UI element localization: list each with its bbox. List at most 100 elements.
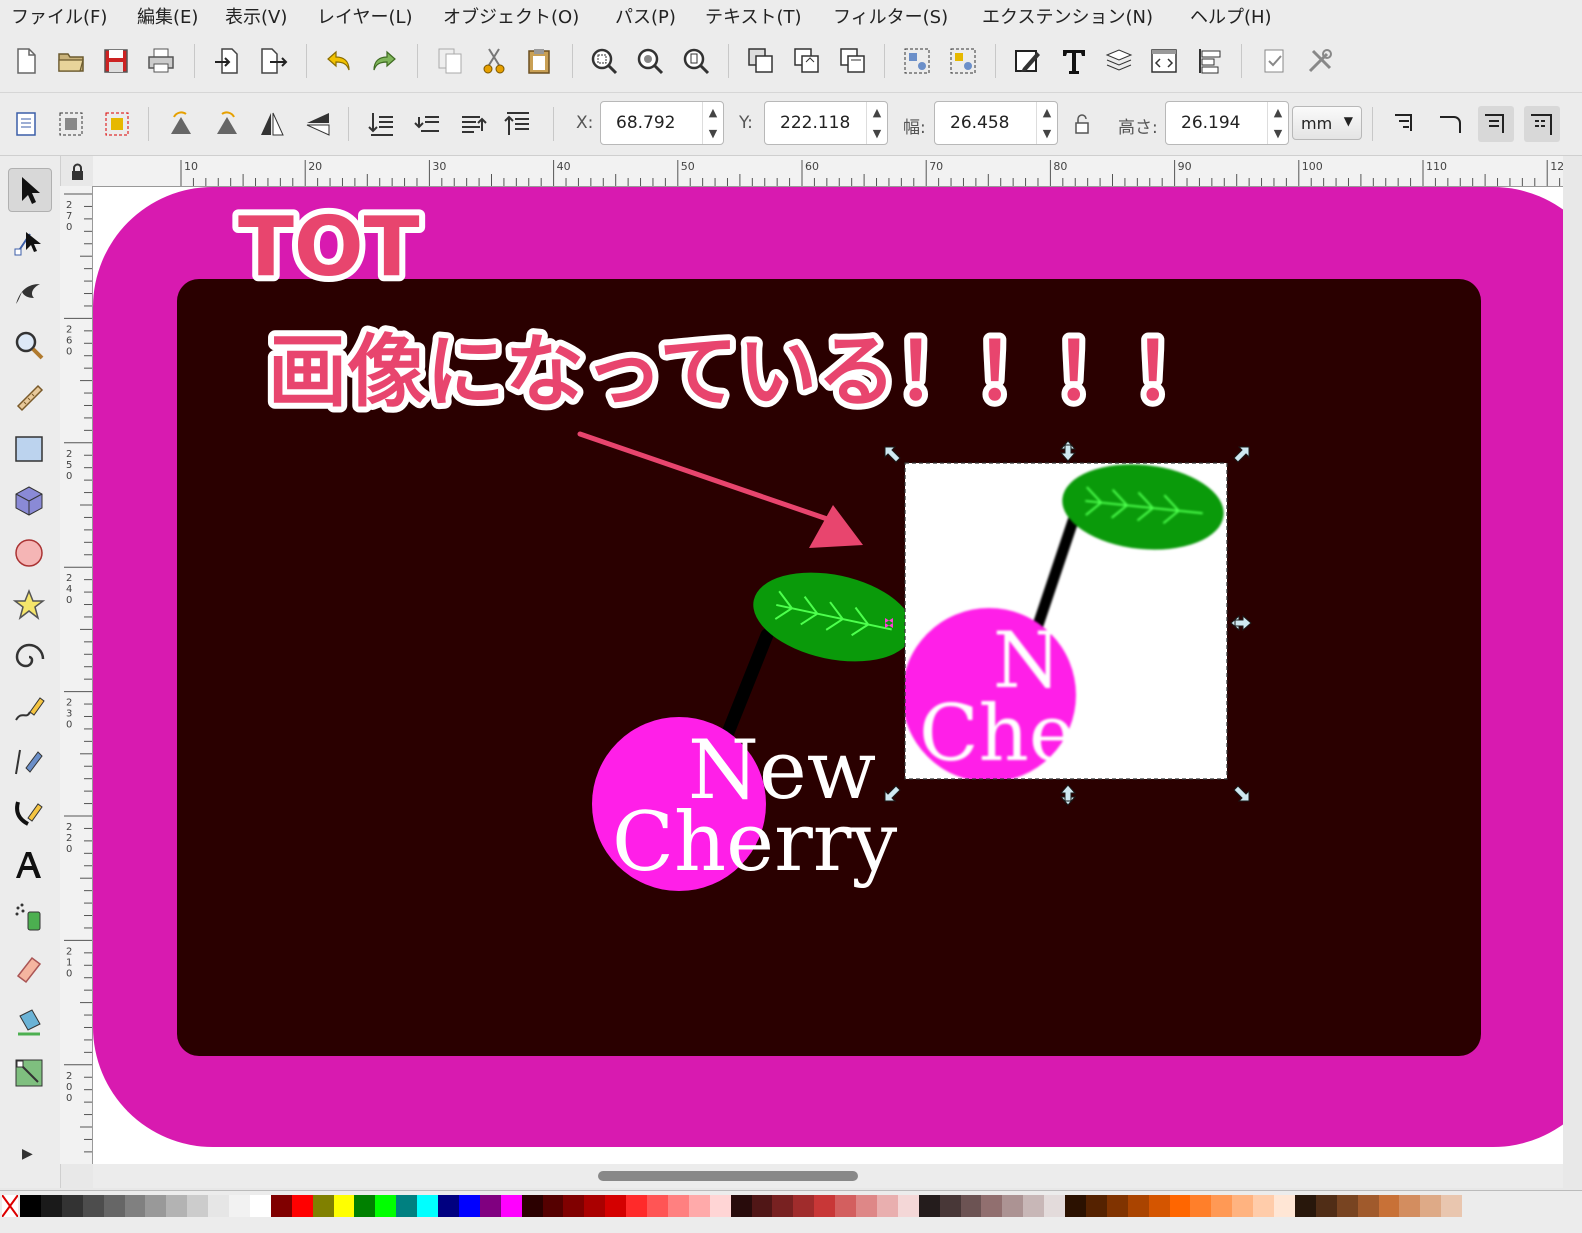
palette-swatch[interactable] [103, 1195, 125, 1217]
unit-select[interactable]: mm ▼ [1292, 106, 1362, 140]
palette-swatch[interactable] [542, 1195, 564, 1217]
star-tool-icon[interactable] [8, 584, 50, 626]
palette-swatch[interactable] [479, 1195, 501, 1217]
palette-swatch[interactable] [458, 1195, 480, 1217]
palette-swatch[interactable] [333, 1195, 355, 1217]
palette-swatch[interactable] [1190, 1195, 1212, 1217]
palette-swatch[interactable] [709, 1195, 731, 1217]
palette-swatch[interactable] [751, 1195, 773, 1217]
paste-icon[interactable] [521, 43, 557, 79]
unlink-clone-icon[interactable] [835, 43, 871, 79]
pencil-tool-icon[interactable] [8, 688, 50, 730]
palette-swatch[interactable] [667, 1195, 689, 1217]
palette-swatch[interactable] [396, 1195, 418, 1217]
palette-swatch[interactable] [1106, 1195, 1128, 1217]
rectangle-tool-icon[interactable] [8, 428, 50, 470]
pen-tool-icon[interactable] [8, 740, 50, 782]
palette-swatch[interactable] [1357, 1195, 1379, 1217]
layers-icon[interactable] [1101, 43, 1137, 79]
node-tool-icon[interactable] [8, 220, 50, 262]
palette-swatch[interactable] [960, 1195, 982, 1217]
print-icon[interactable] [143, 43, 179, 79]
palette-swatch[interactable] [124, 1195, 146, 1217]
menu-help[interactable]: ヘルプ(H) [1190, 3, 1272, 29]
menu-extensions[interactable]: エクステンション(N) [982, 3, 1153, 29]
clone-icon[interactable] [789, 43, 825, 79]
preferences-icon[interactable] [1256, 43, 1292, 79]
palette-swatch[interactable] [249, 1195, 271, 1217]
palette-swatch[interactable] [1211, 1195, 1233, 1217]
palette-swatch[interactable] [166, 1195, 188, 1217]
ellipse-tool-icon[interactable] [8, 532, 50, 574]
palette-swatch[interactable] [1441, 1195, 1463, 1217]
open-icon[interactable] [53, 43, 89, 79]
calligraphy-tool-icon[interactable] [8, 792, 50, 834]
palette-swatch[interactable] [1378, 1195, 1400, 1217]
menu-path[interactable]: パス(P) [615, 3, 676, 29]
move-gradients-icon[interactable] [1478, 106, 1514, 142]
x-input[interactable]: 68.792 ▲ ▼ [600, 101, 724, 145]
horizontal-scrollbar[interactable] [93, 1164, 1563, 1188]
raise-to-top-icon[interactable] [500, 106, 536, 142]
palette-swatch[interactable] [793, 1195, 815, 1217]
palette-swatch[interactable] [772, 1195, 794, 1217]
y-input[interactable]: 222.118 ▲ ▼ [764, 101, 888, 145]
palette-swatch[interactable] [1148, 1195, 1170, 1217]
export-icon[interactable] [255, 43, 291, 79]
palette-swatch[interactable] [1044, 1195, 1066, 1217]
menu-layer[interactable]: レイヤー(L) [317, 3, 413, 29]
palette-swatch[interactable] [626, 1195, 648, 1217]
palette-swatch[interactable] [1232, 1195, 1254, 1217]
move-patterns-icon[interactable] [1524, 106, 1560, 142]
palette-swatch[interactable] [835, 1195, 857, 1217]
palette-swatch[interactable] [61, 1195, 83, 1217]
palette-swatch[interactable] [1336, 1195, 1358, 1217]
palette-swatch[interactable] [145, 1195, 167, 1217]
canvas[interactable]: New Cherry N Che TOT 画像になっている！！！！ [93, 187, 1563, 1164]
rotate-ccw-icon[interactable] [163, 106, 199, 142]
palette-swatch[interactable] [229, 1195, 250, 1217]
zoom-tool-icon[interactable] [8, 324, 50, 366]
ungroup-icon[interactable] [945, 43, 981, 79]
menu-object[interactable]: オブジェクト(O) [443, 3, 579, 29]
palette-swatch[interactable] [918, 1195, 940, 1217]
palette-swatch[interactable] [1065, 1195, 1086, 1217]
document-properties-icon[interactable] [1302, 43, 1338, 79]
palette-swatch[interactable] [375, 1195, 397, 1217]
palette-swatch[interactable] [521, 1195, 543, 1217]
rotate-cw-icon[interactable] [209, 106, 245, 142]
lock-ratio-icon[interactable] [1064, 106, 1100, 142]
text-font-icon[interactable] [1056, 43, 1092, 79]
import-icon[interactable] [210, 43, 246, 79]
palette-swatch[interactable] [417, 1195, 439, 1217]
spray-tool-icon[interactable] [8, 896, 50, 938]
menu-view[interactable]: 表示(V) [225, 3, 287, 29]
palette-swatch[interactable] [1253, 1195, 1275, 1217]
select-all-layers-icon[interactable] [53, 106, 89, 142]
palette-swatch[interactable] [40, 1195, 62, 1217]
menu-edit[interactable]: 編集(E) [137, 3, 198, 29]
palette-swatch[interactable] [291, 1195, 313, 1217]
palette-swatch[interactable] [647, 1195, 668, 1217]
lower-icon[interactable] [410, 106, 446, 142]
palette-swatch[interactable] [1002, 1195, 1024, 1217]
save-icon[interactable] [98, 43, 134, 79]
measure-tool-icon[interactable] [8, 376, 50, 418]
palette-swatch[interactable] [1127, 1195, 1149, 1217]
scale-corners-icon[interactable] [1433, 106, 1469, 142]
palette-swatch[interactable] [730, 1195, 752, 1217]
zoom-selection-icon[interactable] [586, 43, 622, 79]
palette-swatch[interactable] [688, 1195, 710, 1217]
group-icon[interactable] [899, 43, 935, 79]
raise-icon[interactable] [455, 106, 491, 142]
flip-horizontal-icon[interactable] [254, 106, 290, 142]
lower-to-bottom-icon[interactable] [364, 106, 400, 142]
flip-vertical-icon[interactable] [300, 106, 336, 142]
gradient-tool-icon[interactable] [8, 1052, 50, 1094]
palette-swatch[interactable] [354, 1195, 376, 1217]
cut-icon[interactable] [476, 43, 512, 79]
palette-swatch[interactable] [1315, 1195, 1337, 1217]
deselect-icon[interactable] [99, 106, 135, 142]
fill-stroke-icon[interactable] [1010, 43, 1046, 79]
duplicate-icon[interactable] [743, 43, 779, 79]
